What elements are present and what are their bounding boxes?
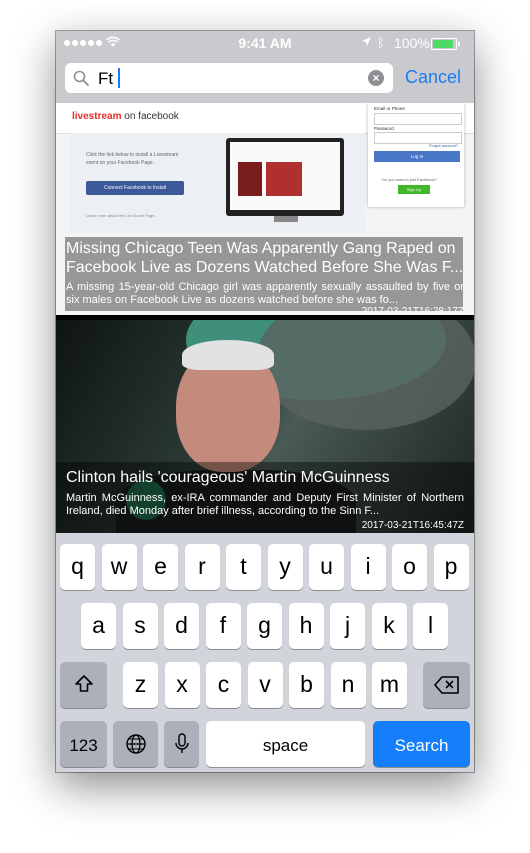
key-o[interactable]: o [392, 544, 427, 590]
key-x[interactable]: x [164, 662, 200, 708]
result-card[interactable]: livestream on facebook Click the link be… [56, 103, 474, 315]
key-p[interactable]: p [433, 544, 469, 590]
key-l[interactable]: l [413, 603, 448, 649]
thumbnail-footer-text: Learn more about the Live Event Page. [86, 213, 156, 218]
key-b[interactable]: b [289, 662, 324, 708]
keyboard: 123 space Search qwertyuiop asdfghjkl zxcv… [56, 533, 474, 772]
thumbnail-login-panel: Email or Phone Password Forgot account? … [368, 103, 464, 207]
result-card[interactable]: Clinton hails 'courageous' Martin McGuin… [56, 320, 474, 533]
monitor-illustration [226, 138, 344, 216]
key-a[interactable]: a [81, 603, 116, 649]
key-q[interactable]: q [60, 544, 95, 590]
search-icon [73, 70, 89, 86]
login-email-label: Email or Phone [374, 106, 405, 111]
space-key[interactable]: space [206, 721, 365, 767]
key-d[interactable]: d [164, 603, 199, 649]
key-z[interactable]: z [123, 662, 158, 708]
bluetooth-icon: ᛒ [377, 35, 385, 50]
location-arrow-icon [362, 37, 371, 46]
login-password-label: Password [374, 126, 394, 131]
key-w[interactable]: w [101, 544, 137, 590]
key-u[interactable]: u [309, 544, 344, 590]
livestream-logo: livestream on facebook [72, 111, 179, 122]
key-n[interactable]: n [330, 662, 366, 708]
backspace-icon [433, 676, 459, 694]
key-e[interactable]: e [143, 544, 178, 590]
login-button: Log In [374, 151, 460, 162]
shift-key[interactable] [60, 662, 107, 708]
thumbnail-body-text: Click the link below to install a Livest… [86, 152, 179, 166]
login-join-text: Do you want to join Facebook? [382, 177, 437, 182]
microphone-key[interactable] [164, 721, 199, 767]
login-forgot-link: Forgot account? [429, 143, 458, 148]
key-y[interactable]: y [267, 544, 303, 590]
results-list: livestream on facebook Click the link be… [56, 103, 474, 533]
numbers-key[interactable]: 123 [60, 721, 107, 767]
login-email-field [374, 113, 462, 125]
battery-percent: 100% [394, 35, 430, 51]
search-bar: Ft × Cancel [56, 55, 474, 103]
key-s[interactable]: s [122, 603, 158, 649]
globe-key[interactable] [113, 721, 158, 767]
result-timestamp: 2017-03-21T16:45:47Z [361, 520, 464, 531]
search-input[interactable]: Ft × [65, 63, 393, 93]
monitor-stand [274, 216, 298, 222]
key-m[interactable]: m [372, 662, 407, 708]
key-t[interactable]: t [226, 544, 261, 590]
key-i[interactable]: i [350, 544, 386, 590]
text-caret [118, 68, 120, 88]
key-c[interactable]: c [206, 662, 241, 708]
microphone-icon [174, 733, 189, 753]
key-v[interactable]: v [247, 662, 283, 708]
key-g[interactable]: g [247, 603, 282, 649]
status-bar: 9:41 AM ᛒ 100% [56, 31, 474, 55]
key-h[interactable]: h [288, 603, 324, 649]
battery-icon [431, 38, 460, 50]
thumbnail-connect-button: Connect Facebook to Install [86, 181, 184, 195]
result-timestamp: 2017-03-21T16:28:17Z [361, 306, 464, 315]
result-description: A missing 15-year-old Chicago girl was a… [66, 281, 464, 306]
backspace-key[interactable] [423, 662, 470, 708]
hair-shape [182, 340, 274, 370]
search-key[interactable]: Search [373, 721, 470, 767]
cancel-button[interactable]: Cancel [405, 67, 461, 88]
globe-icon [125, 734, 146, 754]
result-description: Martin McGuinness, ex-IRA commander and … [66, 492, 464, 517]
search-query-text: Ft [98, 69, 114, 88]
result-title: Clinton hails 'courageous' Martin McGuin… [66, 469, 390, 486]
shift-icon [74, 675, 93, 692]
result-title: Missing Chicago Teen Was Apparently Gang… [66, 240, 464, 276]
clear-icon[interactable]: × [368, 70, 384, 86]
key-k[interactable]: k [371, 603, 407, 649]
phone-screen: 9:41 AM ᛒ 100% Ft × Cancel livestream on… [56, 31, 474, 772]
key-f[interactable]: f [205, 603, 241, 649]
key-r[interactable]: r [184, 544, 220, 590]
signup-button: Sign Up [398, 185, 430, 194]
key-j[interactable]: j [330, 603, 365, 649]
